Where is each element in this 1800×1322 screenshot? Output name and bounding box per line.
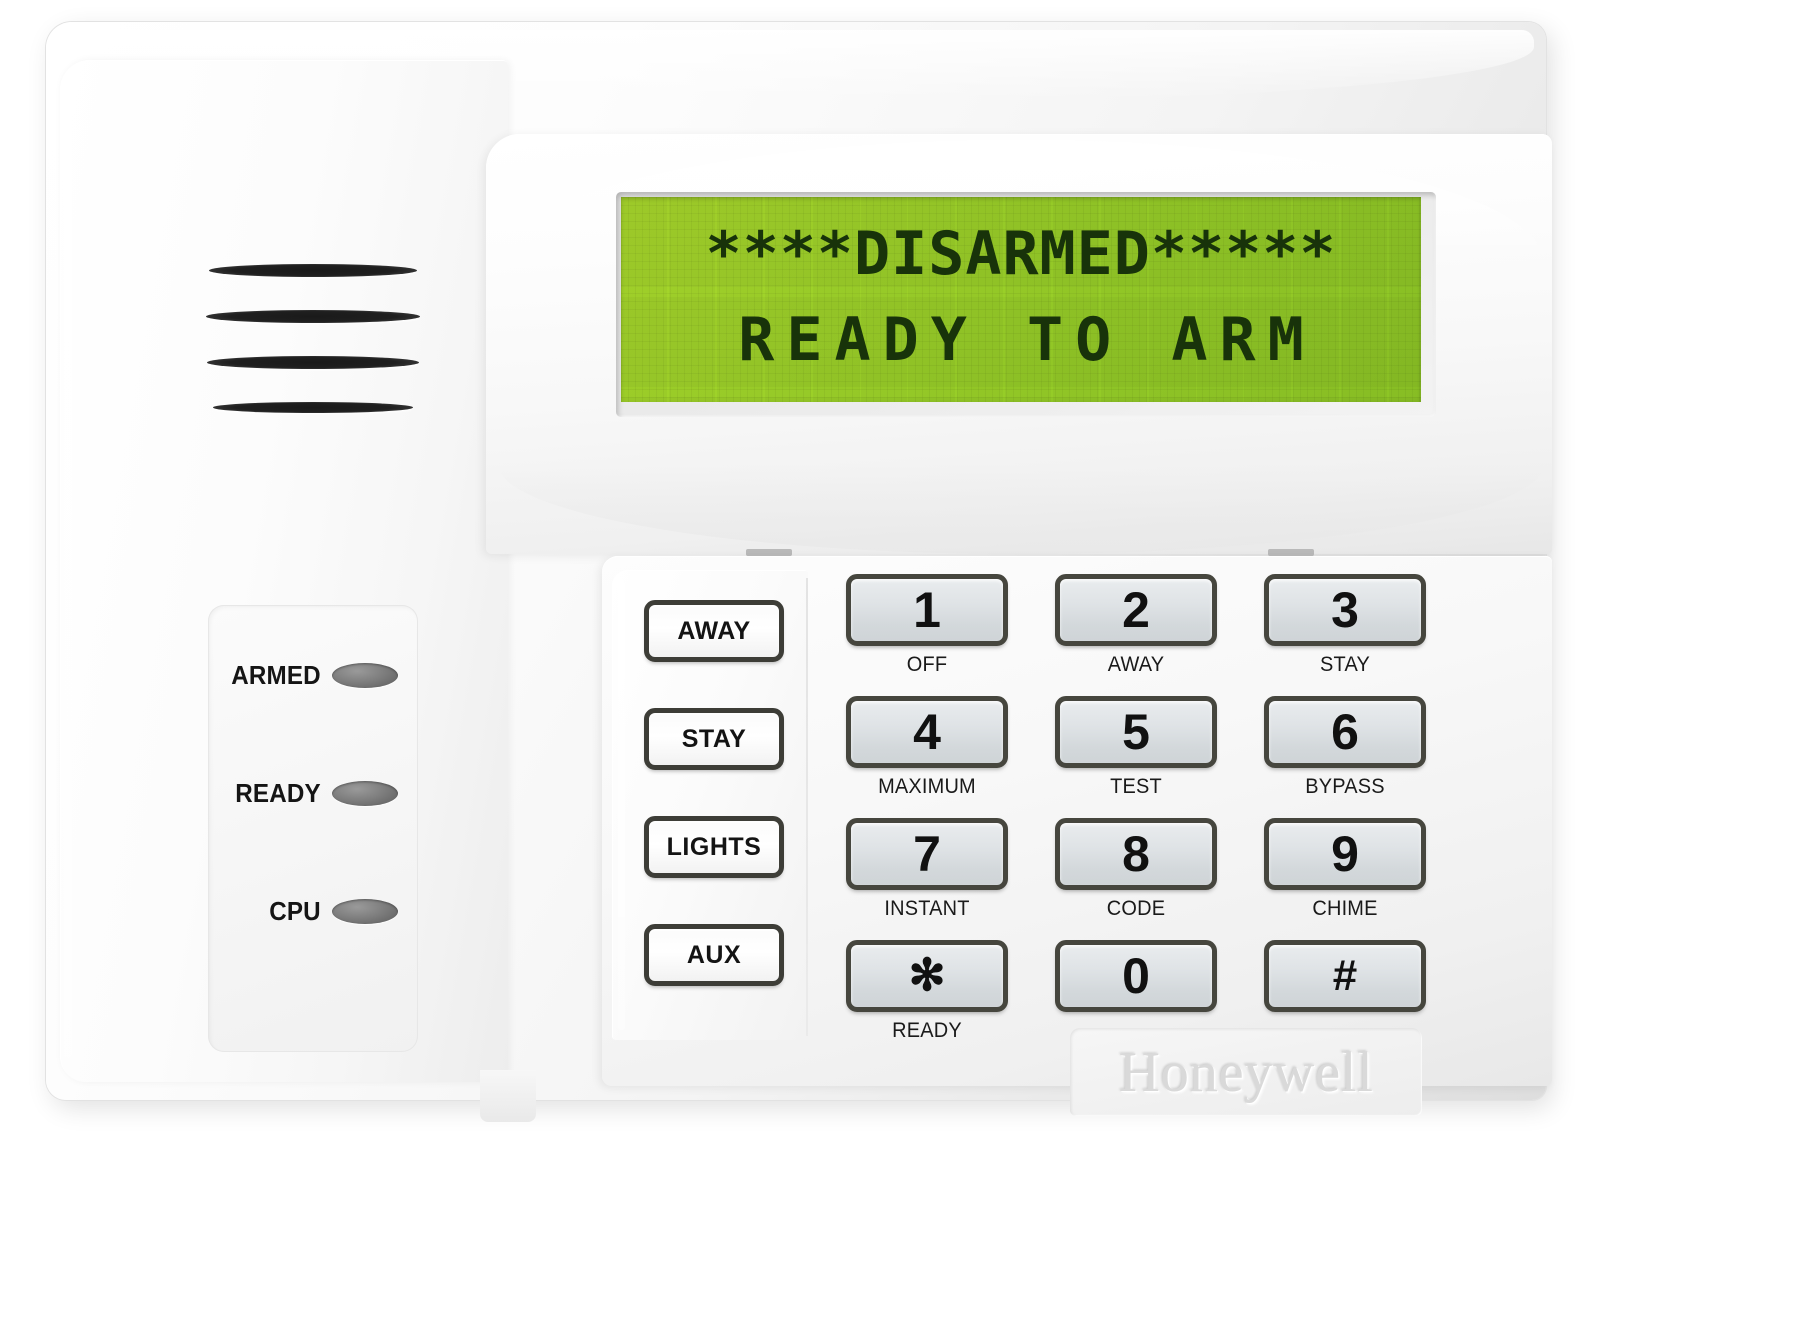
keypad-cell: 8 CODE: [1055, 818, 1217, 921]
function-key-away[interactable]: AWAY: [644, 600, 784, 662]
keypad-key-7[interactable]: 7: [846, 818, 1008, 890]
keypad-cell: #: [1264, 940, 1426, 1019]
lcd-line-2: READY TO ARM: [738, 305, 1316, 375]
left-edge-highlight: [64, 78, 72, 1058]
keypad-sublabel-away: AWAY: [1107, 653, 1165, 676]
numeric-keypad: 1 OFF 2 AWAY 3 STAY 4 MAXIMUM 5 TEST 6 B…: [846, 574, 1426, 1074]
keypad-cell: 2 AWAY: [1055, 574, 1217, 677]
keypad-sublabel-instant: INSTANT: [884, 897, 970, 920]
speaker-slot: [207, 356, 419, 369]
keypad-key-1[interactable]: 1: [846, 574, 1008, 646]
keypad-key-2[interactable]: 2: [1055, 574, 1217, 646]
housing-notch: [1268, 549, 1314, 556]
keypad-sublabel-test: TEST: [1110, 775, 1162, 798]
keypad-cell: 4 MAXIMUM: [846, 696, 1008, 799]
lcd-display: ****DISARMED***** READY TO ARM: [621, 197, 1421, 402]
function-key-aux[interactable]: AUX: [644, 924, 784, 986]
keypad-cell: 6 BYPASS: [1264, 696, 1426, 799]
status-led-window: ARMED READY CPU: [208, 605, 418, 1052]
keypad-sublabel-maximum: MAXIMUM: [878, 775, 976, 798]
mounting-tab: [480, 1070, 536, 1122]
speaker-slot: [206, 310, 420, 323]
ready-led-indicator: [332, 780, 398, 806]
keypad-panel: AWAY STAY LIGHTS AUX 1 OFF 2 AWAY 3 STAY…: [602, 556, 1552, 1116]
keypad-key-6[interactable]: 6: [1264, 696, 1426, 768]
keypad-key-3[interactable]: 3: [1264, 574, 1426, 646]
status-row-cpu: CPU: [208, 891, 418, 931]
alarm-keypad-device: ARMED READY CPU ****DISARMED***** READY …: [46, 22, 1556, 1122]
keypad-cell: 9 CHIME: [1264, 818, 1426, 921]
display-housing: ****DISARMED***** READY TO ARM: [486, 134, 1552, 554]
keypad-cell: 3 STAY: [1264, 574, 1426, 677]
lcd-bezel: ****DISARMED***** READY TO ARM: [616, 192, 1436, 417]
keypad-key-9[interactable]: 9: [1264, 818, 1426, 890]
status-row-armed: ARMED: [208, 655, 418, 695]
brand-badge: Honeywell: [1070, 1028, 1422, 1116]
keypad-sublabel-code: CODE: [1106, 897, 1166, 920]
keypad-cell: 0: [1055, 940, 1217, 1019]
keypad-cell: 7 INSTANT: [846, 818, 1008, 921]
function-key-stay[interactable]: STAY: [644, 708, 784, 770]
keypad-key-star[interactable]: ✻: [846, 940, 1008, 1012]
led-label-ready: READY: [235, 777, 321, 808]
speaker-slot: [213, 402, 413, 413]
keypad-sublabel-stay: STAY: [1320, 653, 1370, 676]
cpu-led-indicator: [332, 898, 398, 924]
status-row-ready: READY: [208, 773, 418, 813]
keypad-sublabel-ready: READY: [892, 1019, 962, 1042]
led-label-armed: ARMED: [231, 659, 321, 690]
led-label-cpu: CPU: [269, 895, 321, 926]
armed-led-indicator: [332, 662, 398, 688]
lcd-line-1: ****DISARMED*****: [705, 219, 1337, 289]
keypad-sublabel-off: OFF: [906, 653, 948, 676]
left-body-panel: ARMED READY CPU: [60, 60, 536, 1122]
keypad-sublabel-chime: CHIME: [1312, 897, 1378, 920]
housing-notch: [746, 549, 792, 556]
keypad-sublabel-bypass: BYPASS: [1305, 775, 1385, 798]
function-key-lights[interactable]: LIGHTS: [644, 816, 784, 878]
function-key-panel: AWAY STAY LIGHTS AUX: [612, 570, 808, 1040]
honeywell-wordmark: Honeywell: [1118, 1040, 1374, 1104]
keypad-key-8[interactable]: 8: [1055, 818, 1217, 890]
speaker-grille: [205, 256, 425, 424]
keypad-key-hash[interactable]: #: [1264, 940, 1426, 1012]
keypad-cell: 5 TEST: [1055, 696, 1217, 799]
speaker-slot: [209, 264, 417, 277]
keypad-cell: 1 OFF: [846, 574, 1008, 677]
keypad-key-0[interactable]: 0: [1055, 940, 1217, 1012]
keypad-cell: ✻ READY: [846, 940, 1008, 1043]
keypad-key-5[interactable]: 5: [1055, 696, 1217, 768]
keypad-key-4[interactable]: 4: [846, 696, 1008, 768]
housing-bottom-shadow: [498, 464, 1544, 554]
